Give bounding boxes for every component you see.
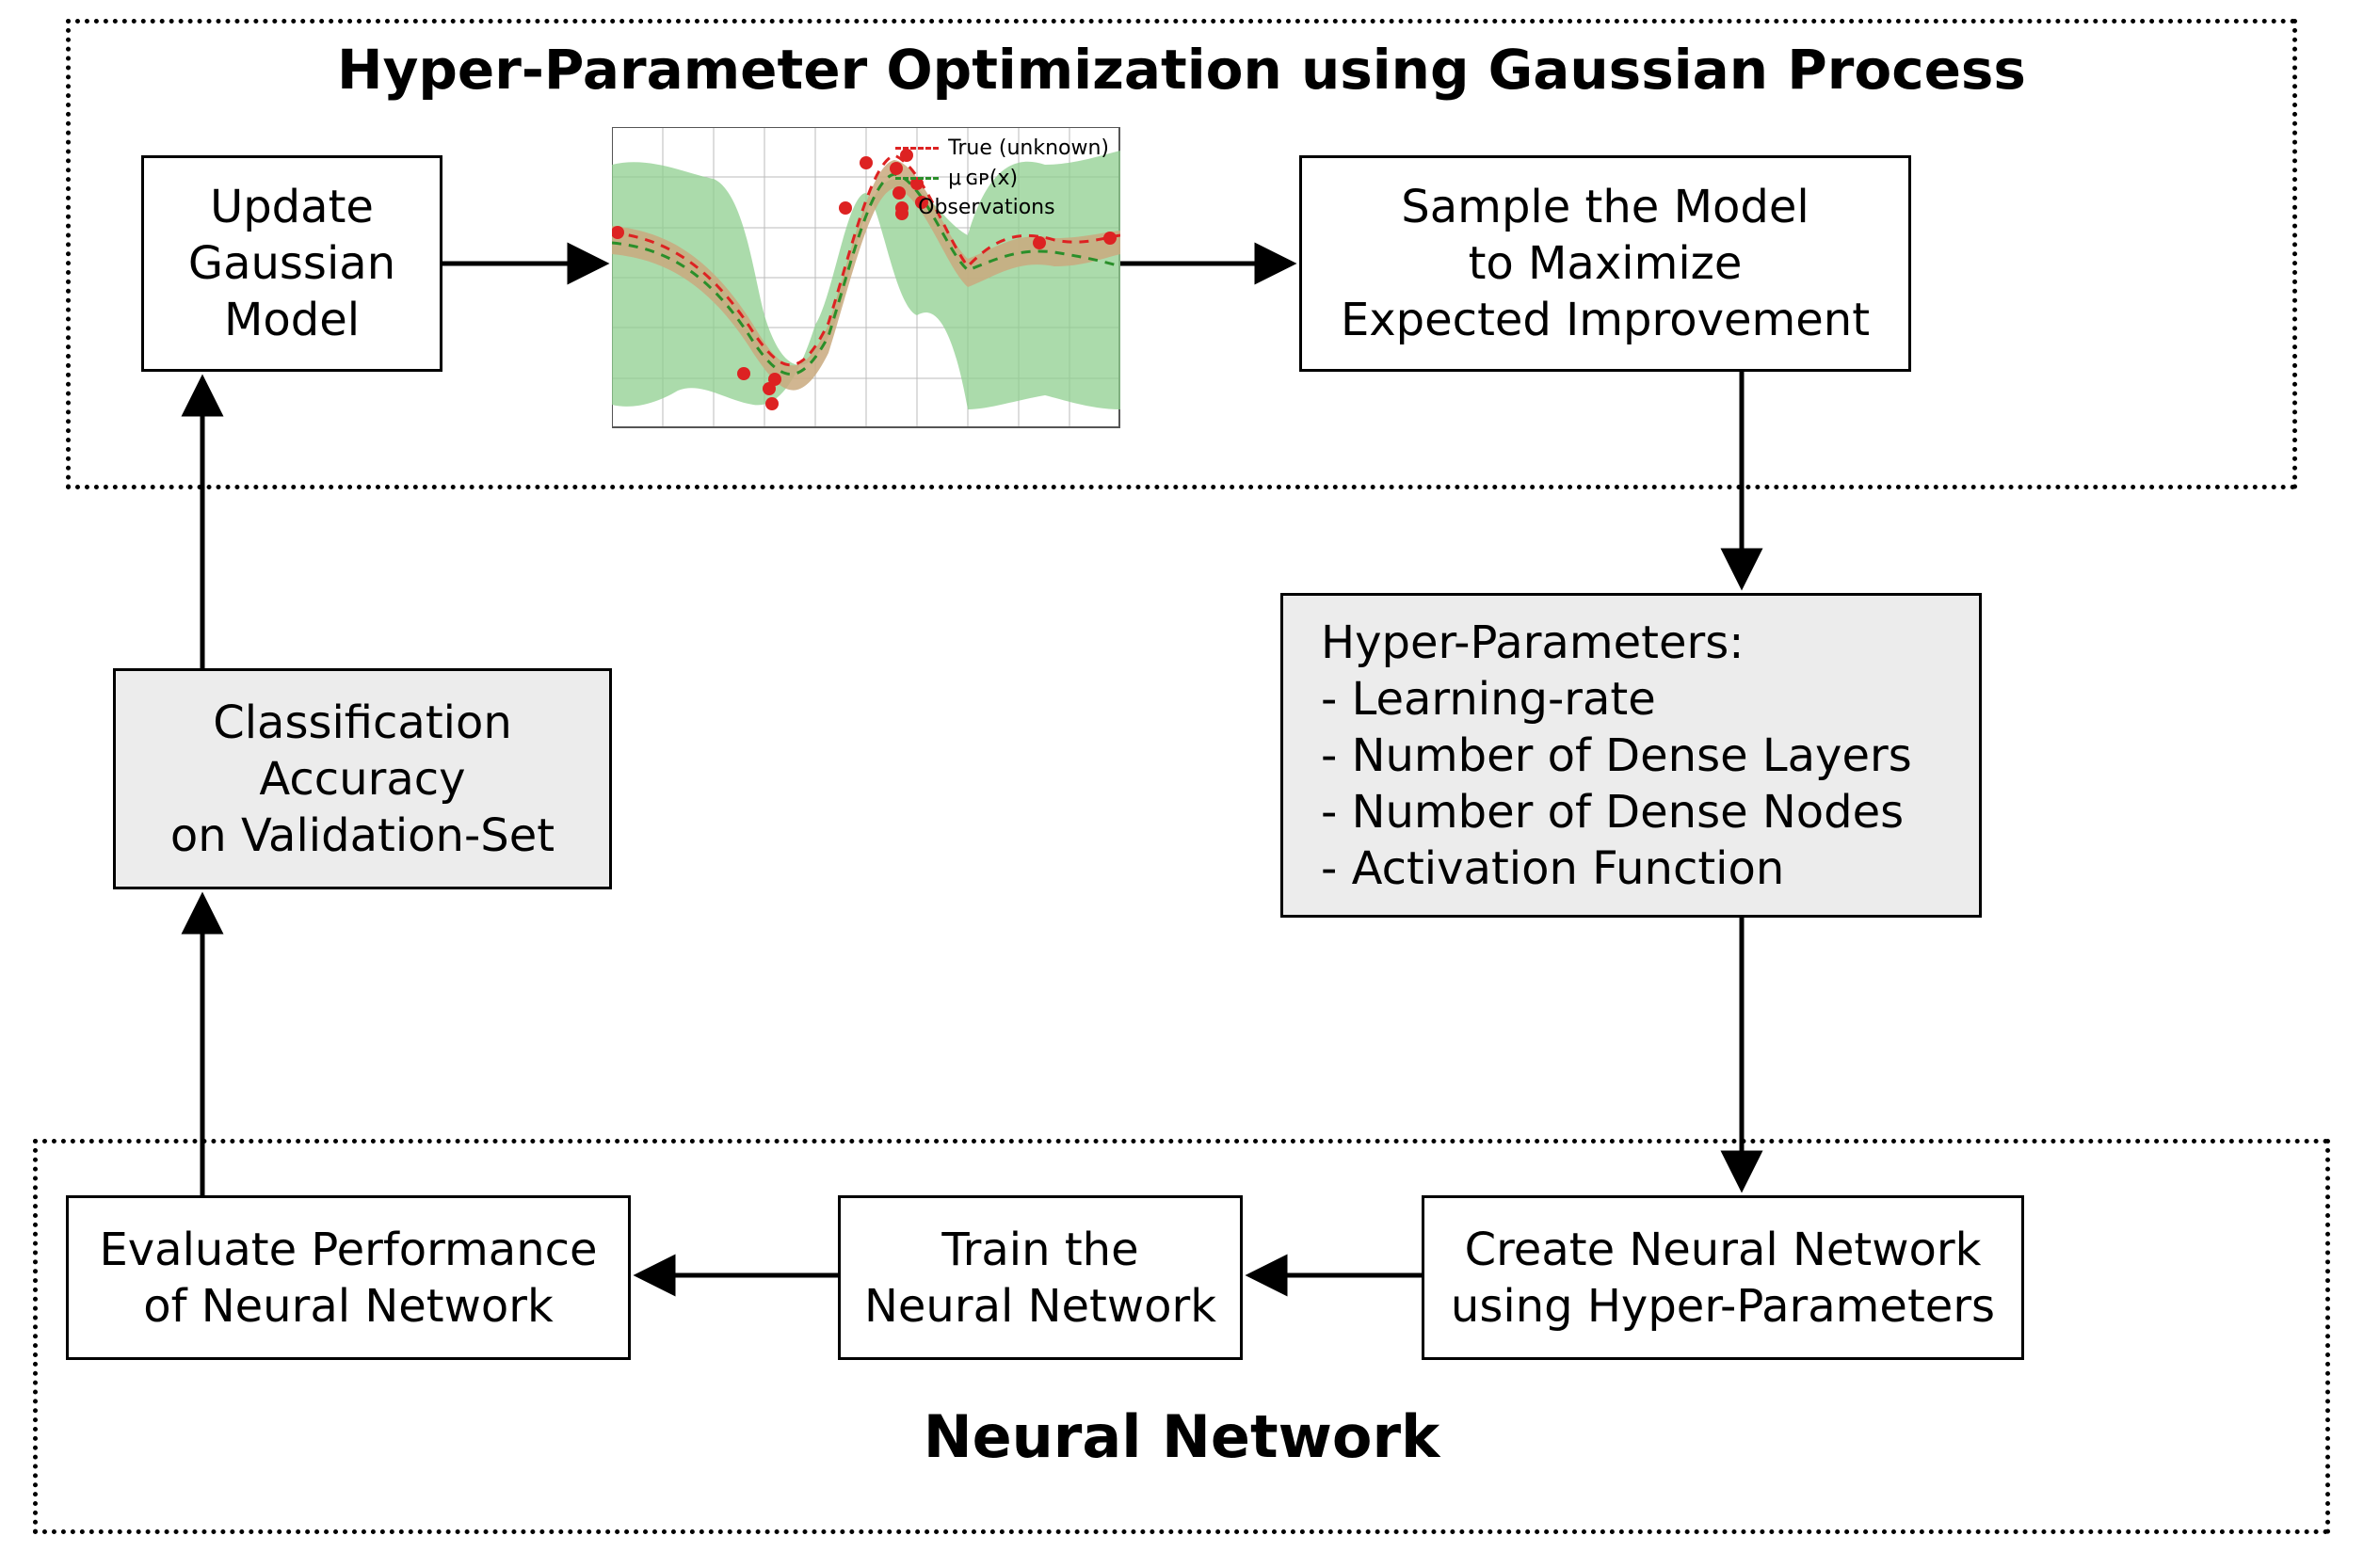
box-evaluate-nn: Evaluate Performance of Neural Network	[66, 1195, 631, 1360]
box-create-nn: Create Neural Network using Hyper-Parame…	[1422, 1195, 2024, 1360]
legend-swatch-true	[895, 147, 939, 150]
box-hyper-parameters: Hyper-Parameters: - Learning-rate - Numb…	[1280, 593, 1982, 918]
legend-label-true: True (unknown)	[948, 135, 1109, 163]
legend-label-mu: μ ɢᴘ(x)	[948, 165, 1018, 193]
box-hyper-parameters-label: Hyper-Parameters: - Learning-rate - Numb…	[1321, 615, 1912, 897]
box-train-nn: Train the Neural Network	[838, 1195, 1243, 1360]
legend-swatch-mu	[895, 177, 939, 180]
box-classification-accuracy: Classification Accuracy on Validation-Se…	[113, 668, 612, 889]
box-sample-model-label: Sample the Model to Maximize Expected Im…	[1341, 179, 1870, 348]
group-top-title: Hyper-Parameter Optimization using Gauss…	[66, 38, 2297, 102]
gp-surrogate-plot: True (unknown) μ ɢᴘ(x) Observations	[612, 127, 1120, 428]
gp-plot-legend: True (unknown) μ ɢᴘ(x) Observations	[892, 133, 1113, 226]
box-sample-model: Sample the Model to Maximize Expected Im…	[1299, 155, 1911, 372]
box-classification-accuracy-label: Classification Accuracy on Validation-Se…	[170, 695, 555, 864]
box-update-gaussian-model: Update Gaussian Model	[141, 155, 442, 372]
box-evaluate-nn-label: Evaluate Performance of Neural Network	[99, 1222, 597, 1335]
legend-swatch-obs	[895, 201, 909, 215]
box-create-nn-label: Create Neural Network using Hyper-Parame…	[1451, 1222, 1995, 1335]
box-update-gaussian-model-label: Update Gaussian Model	[188, 179, 395, 348]
box-train-nn-label: Train the Neural Network	[864, 1222, 1216, 1335]
legend-label-obs: Observations	[918, 194, 1054, 222]
group-bottom-title: Neural Network	[33, 1402, 2330, 1471]
